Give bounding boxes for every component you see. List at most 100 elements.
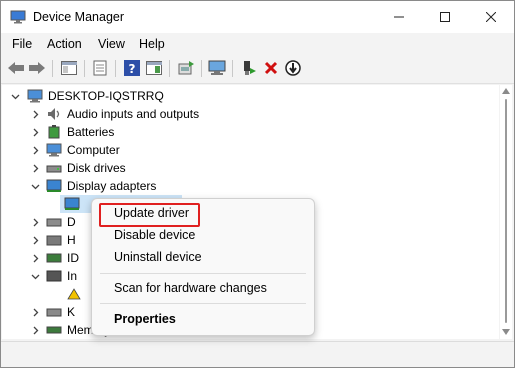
svg-text:?: ? bbox=[129, 62, 136, 76]
console-tree-button[interactable] bbox=[60, 59, 78, 77]
back-icon bbox=[8, 62, 24, 74]
tree-item[interactable]: Audio inputs and outputs bbox=[2, 105, 499, 123]
enable-device-button[interactable] bbox=[240, 59, 258, 77]
window-title: Device Manager bbox=[33, 10, 125, 24]
status-bar bbox=[1, 341, 514, 367]
context-properties[interactable]: Properties bbox=[114, 312, 176, 326]
tree-item-label: Computer bbox=[67, 143, 120, 157]
vertical-scrollbar[interactable] bbox=[500, 85, 512, 339]
scroll-down-icon[interactable] bbox=[502, 329, 510, 335]
disk-drive-icon bbox=[46, 165, 62, 173]
maximize-button[interactable] bbox=[422, 1, 468, 33]
chevron-right-icon[interactable] bbox=[30, 303, 40, 321]
hid-icon bbox=[46, 235, 62, 246]
uninstall-icon bbox=[264, 61, 278, 75]
minimize-icon bbox=[394, 16, 404, 18]
context-update-driver[interactable]: Update driver bbox=[114, 206, 189, 220]
tree-item[interactable]: Display adapters bbox=[2, 177, 499, 195]
audio-icon bbox=[48, 108, 60, 120]
tree-item[interactable]: ID bbox=[2, 249, 92, 267]
menu-bar: File Action View Help bbox=[1, 33, 514, 55]
scroll-up-icon[interactable] bbox=[502, 88, 510, 94]
chevron-right-icon[interactable] bbox=[30, 321, 40, 339]
close-icon bbox=[486, 12, 496, 22]
context-menu: Update driver Disable device Uninstall d… bbox=[91, 198, 315, 336]
menu-view[interactable]: View bbox=[98, 37, 125, 51]
uninstall-device-button[interactable] bbox=[262, 59, 280, 77]
menu-help[interactable]: Help bbox=[139, 37, 165, 51]
chevron-right-icon[interactable] bbox=[30, 159, 40, 177]
close-button[interactable] bbox=[468, 1, 514, 33]
computer-icon bbox=[27, 89, 43, 103]
context-disable-device[interactable]: Disable device bbox=[114, 228, 195, 242]
scroll-thumb[interactable] bbox=[505, 99, 507, 323]
action-pane-icon bbox=[146, 61, 162, 75]
chevron-down-icon[interactable] bbox=[10, 87, 20, 105]
properties-button[interactable] bbox=[91, 59, 109, 77]
enable-device-icon bbox=[244, 61, 256, 75]
update-driver-button[interactable] bbox=[177, 59, 195, 77]
console-tree-icon bbox=[61, 61, 77, 75]
toolbar-separator bbox=[84, 60, 85, 77]
chevron-right-icon[interactable] bbox=[30, 231, 40, 249]
tree-item[interactable]: D bbox=[2, 213, 92, 231]
tree-child-warning[interactable] bbox=[62, 285, 92, 303]
chevron-right-icon[interactable] bbox=[30, 249, 40, 267]
chevron-down-icon[interactable] bbox=[30, 177, 40, 195]
dvd-drive-icon bbox=[46, 218, 62, 227]
tree-item[interactable]: K bbox=[2, 303, 92, 321]
chevron-right-icon[interactable] bbox=[30, 105, 40, 123]
tree-item-label-partial: H bbox=[67, 233, 76, 247]
computer-icon bbox=[46, 143, 62, 157]
warning-device-icon bbox=[67, 288, 81, 300]
help-button[interactable]: ? bbox=[123, 59, 141, 77]
tree-item-label: Display adapters bbox=[67, 179, 157, 193]
tree-item[interactable]: Disk drives bbox=[2, 159, 499, 177]
chevron-right-icon[interactable] bbox=[30, 123, 40, 141]
memory-device-icon bbox=[46, 326, 62, 334]
menu-file[interactable]: File bbox=[12, 37, 32, 51]
tree-item[interactable]: H bbox=[2, 231, 92, 249]
display-adapter-icon bbox=[46, 179, 62, 192]
context-separator bbox=[100, 303, 306, 304]
keyboard-icon bbox=[46, 308, 62, 317]
tree-item-label: Batteries bbox=[67, 125, 115, 139]
properties-icon bbox=[93, 60, 107, 76]
update-driver-icon bbox=[178, 61, 194, 75]
toolbar-separator bbox=[232, 60, 233, 77]
title-bar: Device Manager bbox=[1, 1, 514, 33]
tree-root-label: DESKTOP-IQSTRRQ bbox=[48, 89, 164, 103]
back-button[interactable] bbox=[7, 59, 25, 77]
forward-button[interactable] bbox=[28, 59, 46, 77]
scan-hardware-button[interactable] bbox=[208, 59, 226, 77]
toolbar-separator bbox=[169, 60, 170, 77]
tree-item[interactable]: Batteries bbox=[2, 123, 499, 141]
battery-icon bbox=[48, 125, 60, 139]
device-manager-window: Device Manager File Action View Help ? D… bbox=[0, 0, 515, 368]
minimize-button[interactable] bbox=[376, 1, 422, 33]
context-scan-hardware[interactable]: Scan for hardware changes bbox=[114, 281, 267, 295]
help-icon: ? bbox=[124, 60, 140, 76]
disable-device-icon bbox=[285, 60, 301, 76]
toolbar-separator bbox=[52, 60, 53, 77]
tree-item-label-partial: ID bbox=[67, 251, 79, 265]
tree-item-label: Audio inputs and outputs bbox=[67, 107, 200, 121]
ide-controller-icon bbox=[46, 253, 62, 263]
chevron-right-icon[interactable] bbox=[30, 213, 40, 231]
tree-root[interactable]: DESKTOP-IQSTRRQ bbox=[2, 87, 499, 105]
toolbar-separator bbox=[115, 60, 116, 77]
action-pane-button[interactable] bbox=[145, 59, 163, 77]
device-manager-app-icon bbox=[10, 10, 26, 24]
disable-device-button[interactable] bbox=[284, 59, 302, 77]
toolbar: ? bbox=[1, 55, 514, 84]
tree-item[interactable]: Computer bbox=[2, 141, 499, 159]
menu-action[interactable]: Action bbox=[47, 37, 82, 51]
tree-item-label-partial: In bbox=[67, 269, 78, 283]
tree-item-label: Disk drives bbox=[67, 161, 126, 175]
scan-hardware-icon bbox=[208, 60, 226, 75]
context-uninstall-device[interactable]: Uninstall device bbox=[114, 250, 202, 264]
imaging-device-icon bbox=[46, 270, 62, 282]
tree-item[interactable]: In bbox=[2, 267, 92, 285]
chevron-down-icon[interactable] bbox=[30, 267, 40, 285]
chevron-right-icon[interactable] bbox=[30, 141, 40, 159]
